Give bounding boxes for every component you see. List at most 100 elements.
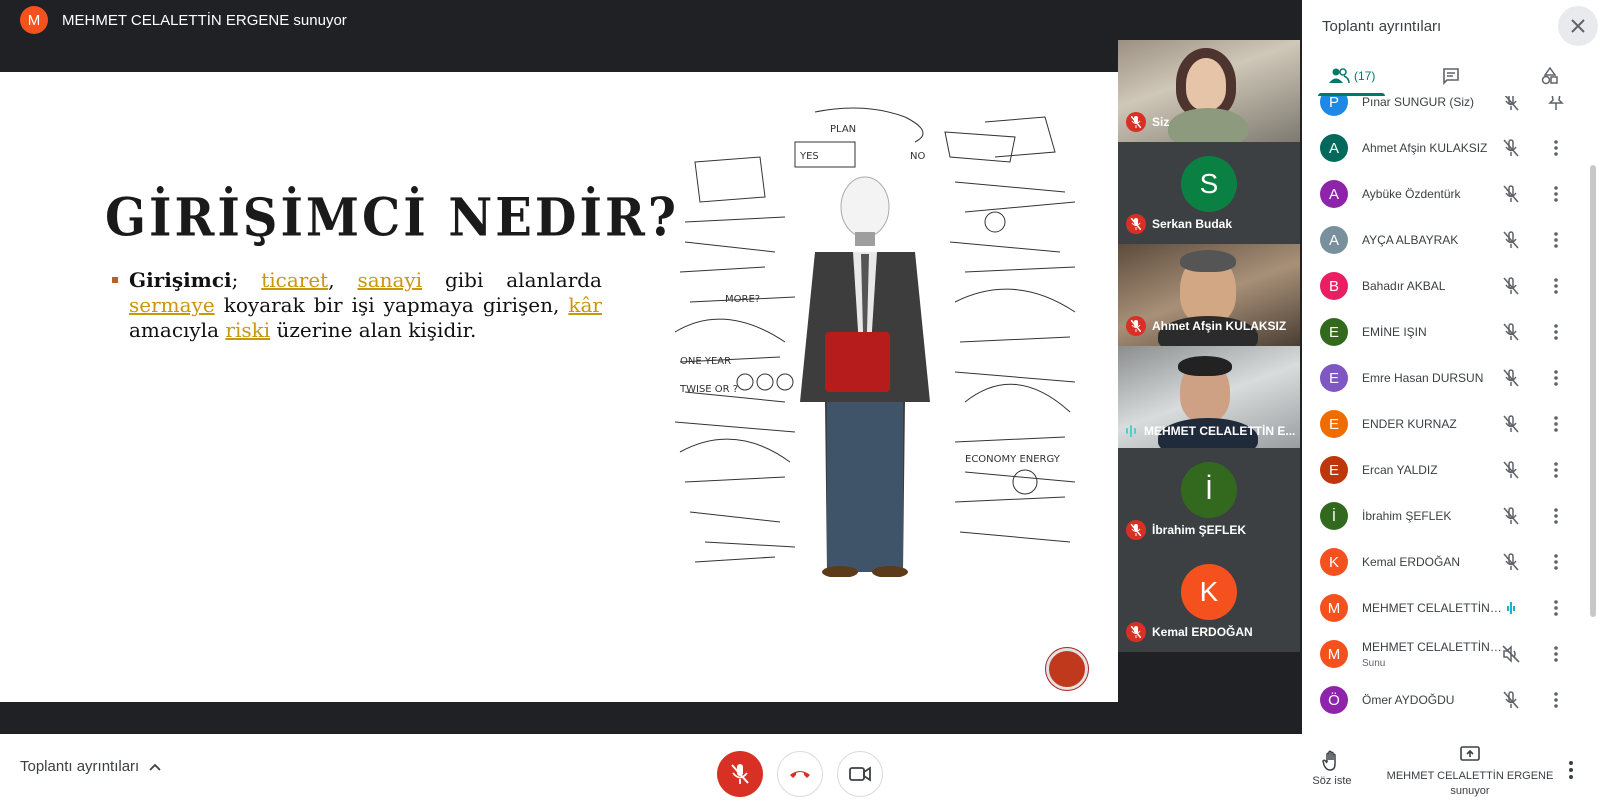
tile-serkan-budak[interactable]: S Serkan Budak <box>1118 142 1300 244</box>
link-kar[interactable]: kâr <box>568 293 602 317</box>
more-options-icon[interactable] <box>1548 461 1564 484</box>
more-options-icon[interactable] <box>1548 691 1564 714</box>
presenter-title: MEHMET CELALETTİN ERGENE sunuyor <box>62 11 347 29</box>
more-options-icon[interactable] <box>1548 645 1564 668</box>
volume-off-icon[interactable] <box>1502 645 1520 668</box>
mic-off-icon[interactable] <box>1502 691 1520 714</box>
bottom-control-bar: Toplantı ayrıntıları Söz iste MEHMET CEL… <box>0 734 1600 807</box>
more-options-icon[interactable] <box>1548 139 1564 162</box>
mic-off-icon[interactable] <box>1502 553 1520 576</box>
presenting-status: sunuyor <box>1450 785 1490 797</box>
participant-name: Emre Hasan DURSUN <box>1362 371 1484 385</box>
chat-icon <box>1443 68 1459 85</box>
more-options-icon[interactable] <box>1548 599 1564 622</box>
participant-avatar: M <box>1320 640 1348 668</box>
participant-name: ENDER KURNAZ <box>1362 417 1457 431</box>
more-options-icon[interactable] <box>1548 277 1564 300</box>
slide-text: üzerine alan kişidir. <box>270 318 477 342</box>
participant-subtitle: Sunu <box>1362 658 1386 669</box>
raise-hand-button[interactable]: Söz iste <box>1310 750 1354 787</box>
close-icon <box>1571 19 1585 33</box>
mic-off-icon[interactable] <box>1502 231 1520 254</box>
mic-off-icon[interactable] <box>1502 461 1520 484</box>
more-options-icon[interactable] <box>1548 415 1564 438</box>
more-options-icon[interactable] <box>1548 231 1564 254</box>
more-options-icon[interactable] <box>1548 185 1564 208</box>
participant-row[interactable]: E Emre Hasan DURSUN <box>1302 355 1592 401</box>
sketch-label-one-year: ONE YEAR <box>680 356 731 367</box>
tile-label: Kemal ERDOĞAN <box>1152 625 1253 639</box>
tab-people[interactable]: (17) <box>1302 56 1401 96</box>
link-ticaret[interactable]: ticaret <box>261 268 328 292</box>
more-options-button[interactable] <box>1568 760 1574 785</box>
participant-list-scrollbar[interactable] <box>1590 165 1596 617</box>
mic-off-icon[interactable] <box>1502 507 1520 530</box>
participant-name: İbrahim ŞEFLEK <box>1362 509 1452 523</box>
muted-icon <box>1126 316 1146 336</box>
participant-row[interactable]: A Ahmet Afşin KULAKSIZ <box>1302 125 1592 171</box>
slide-title: GİRİŞİMCİ NEDİR? <box>105 187 679 249</box>
mic-off-icon[interactable] <box>1502 185 1520 208</box>
tile-label: Siz <box>1152 115 1170 129</box>
sketch-label-economy: ECONOMY ENERGY <box>965 454 1061 465</box>
participant-avatar: A <box>1320 134 1348 162</box>
muted-icon <box>1126 112 1146 132</box>
tab-activities[interactable] <box>1501 56 1600 96</box>
participant-row[interactable]: A AYÇA ALBAYRAK <box>1302 217 1592 263</box>
link-riski[interactable]: riski <box>225 318 270 342</box>
presenting-button[interactable]: MEHMET CELALETTİN ERGENE sunuyor <box>1385 746 1555 799</box>
meeting-details-toggle[interactable]: Toplantı ayrıntıları <box>20 758 161 775</box>
presenter-bar: M MEHMET CELALETTİN ERGENE sunuyor <box>0 0 1302 40</box>
tile-ibrahim-seflek[interactable]: İ İbrahim ŞEFLEK <box>1118 448 1300 550</box>
mic-off-icon[interactable] <box>1502 277 1520 300</box>
microphone-toggle-button[interactable] <box>717 751 763 797</box>
participant-row[interactable]: E EMİNE IŞIN <box>1302 309 1592 355</box>
participant-row[interactable]: K Kemal ERDOĞAN <box>1302 539 1592 585</box>
tile-kemal-erdogan[interactable]: K Kemal ERDOĞAN <box>1118 550 1300 652</box>
link-sanayi[interactable]: sanayi <box>357 268 422 292</box>
mic-off-icon[interactable] <box>1502 96 1520 116</box>
close-panel-button[interactable] <box>1558 6 1598 46</box>
meeting-details-label: Toplantı ayrıntıları <box>20 758 140 775</box>
more-options-icon[interactable] <box>1548 553 1564 576</box>
participant-row[interactable]: M MEHMET CELALETTİN E... <box>1302 585 1592 631</box>
participant-row[interactable]: M MEHMET CELALETTİN E... Sunu <box>1302 631 1592 677</box>
participant-avatar: A <box>1320 180 1348 208</box>
slide-logo <box>1046 648 1088 690</box>
bullet-icon <box>112 277 118 283</box>
camera-toggle-button[interactable] <box>837 751 883 797</box>
participant-row[interactable]: E ENDER KURNAZ <box>1302 401 1592 447</box>
participant-row[interactable]: İ İbrahim ŞEFLEK <box>1302 493 1592 539</box>
participant-name: Aybüke Özdentürk <box>1362 187 1461 201</box>
participant-avatar: A <box>1320 226 1348 254</box>
activities-icon <box>1542 67 1559 85</box>
tab-chat[interactable] <box>1401 56 1500 96</box>
participant-avatar: B <box>1320 272 1348 300</box>
pin-icon[interactable] <box>1548 96 1564 116</box>
participant-row[interactable]: E Ercan YALDIZ <box>1302 447 1592 493</box>
tile-label: Ahmet Afşin KULAKSIZ <box>1152 319 1287 333</box>
more-options-icon[interactable] <box>1548 507 1564 530</box>
leave-call-button[interactable] <box>777 751 823 797</box>
participant-row[interactable]: P Pınar SUNGUR (Siz) <box>1302 96 1592 125</box>
mic-off-icon[interactable] <box>1502 323 1520 346</box>
more-options-icon[interactable] <box>1548 323 1564 346</box>
tile-self[interactable]: Siz <box>1118 40 1300 142</box>
mic-off-icon[interactable] <box>1502 139 1520 162</box>
mic-off-icon[interactable] <box>1502 369 1520 392</box>
present-screen-icon <box>1460 746 1480 761</box>
mic-off-icon[interactable] <box>1502 415 1520 438</box>
participant-row[interactable]: B Bahadır AKBAL <box>1302 263 1592 309</box>
people-icon <box>1328 68 1350 84</box>
tile-mehmet-celalettin[interactable]: MEHMET CELALETTİN E... <box>1118 346 1300 448</box>
participant-row[interactable]: A Aybüke Özdentürk <box>1302 171 1592 217</box>
link-sermaye[interactable]: sermaye <box>129 293 215 317</box>
participant-name: Ercan YALDIZ <box>1362 463 1438 477</box>
participant-name: Bahadır AKBAL <box>1362 279 1446 293</box>
more-options-icon[interactable] <box>1548 369 1564 392</box>
slide-text: gibi alanlarda <box>422 268 602 292</box>
participant-row[interactable]: Ö Ömer AYDOĞDU <box>1302 677 1592 723</box>
participant-avatar: K <box>1320 548 1348 576</box>
tile-ahmet-afsin-kulaksiz[interactable]: Ahmet Afşin KULAKSIZ <box>1118 244 1300 346</box>
presenting-name: MEHMET CELALETTİN ERGENE <box>1386 770 1554 782</box>
